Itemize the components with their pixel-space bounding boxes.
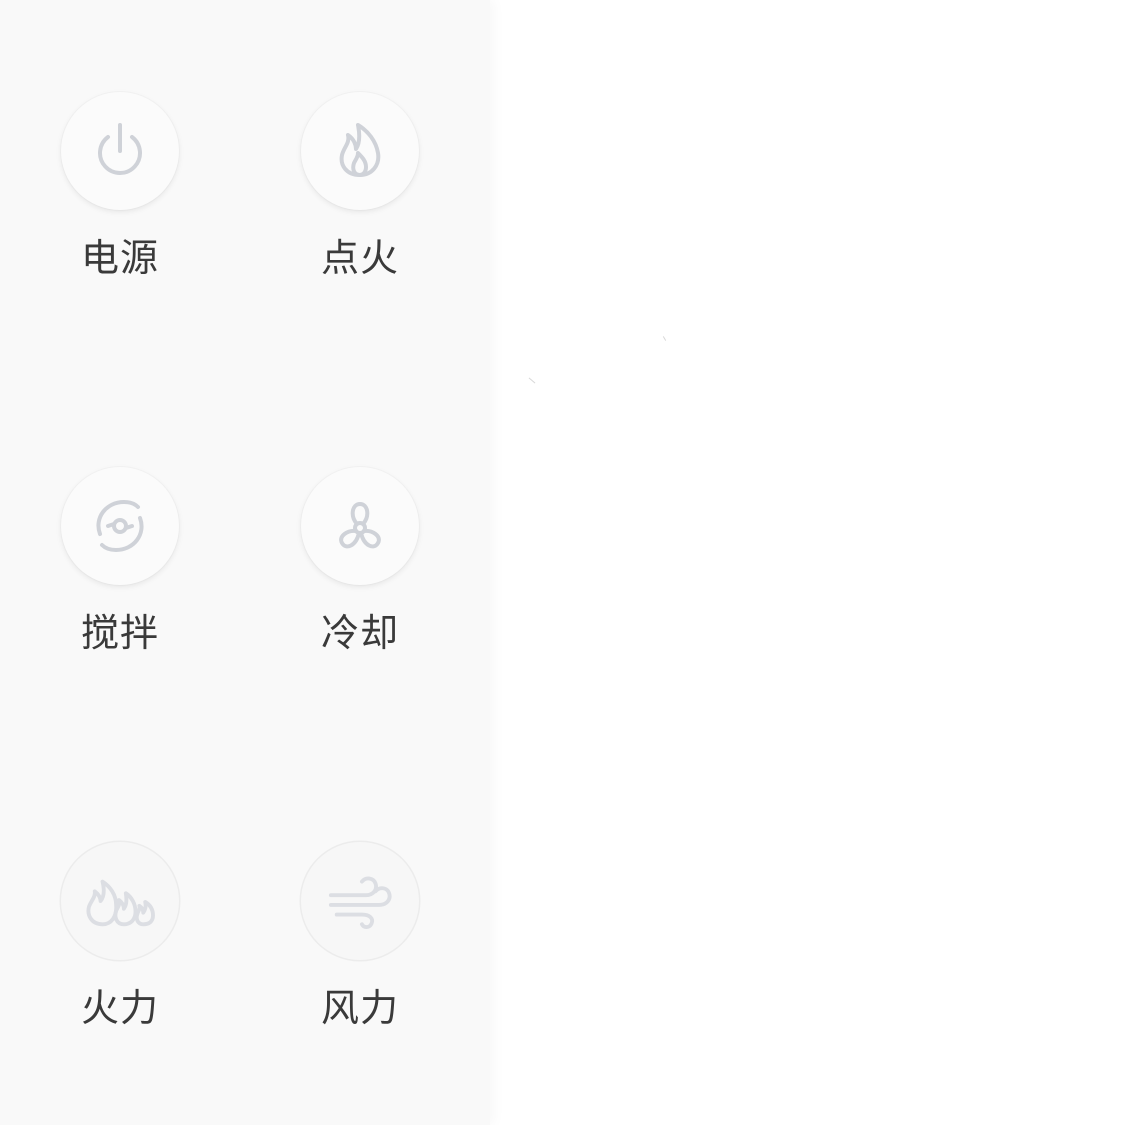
control-screen: 电源 点火 搅拌 冷却 火力 风力 [0, 0, 1125, 1125]
stir-label: 搅拌 [80, 611, 159, 655]
ignite-button[interactable] [301, 92, 419, 210]
fire-power-icon [86, 879, 155, 927]
ignite-label: 点火 [320, 236, 399, 280]
power-label: 电源 [80, 236, 159, 280]
fire-power-control[interactable]: 火力 [40, 842, 200, 1062]
fire-power-button[interactable] [61, 842, 179, 960]
fire-power-label: 火力 [80, 986, 159, 1030]
wind-icon [328, 876, 392, 930]
cool-label: 冷却 [320, 611, 399, 655]
power-button[interactable] [61, 92, 179, 210]
cool-button[interactable] [301, 467, 419, 585]
wind-power-label: 风力 [320, 986, 399, 1030]
fan-icon [339, 502, 381, 549]
power-icon [98, 123, 142, 175]
wind-power-button[interactable] [301, 842, 419, 960]
wind-power-control[interactable]: 风力 [280, 842, 440, 1062]
artifact-mark [662, 336, 667, 341]
control-panel: 电源 点火 搅拌 冷却 火力 风力 [0, 0, 490, 1125]
stir-icon [96, 500, 144, 552]
artifact-mark [528, 377, 536, 384]
stir-control[interactable]: 搅拌 [40, 467, 200, 687]
stir-button[interactable] [61, 467, 179, 585]
power-control[interactable]: 电源 [40, 92, 200, 312]
flame-icon [339, 123, 381, 177]
cool-control[interactable]: 冷却 [280, 467, 440, 687]
ignite-control[interactable]: 点火 [280, 92, 440, 312]
